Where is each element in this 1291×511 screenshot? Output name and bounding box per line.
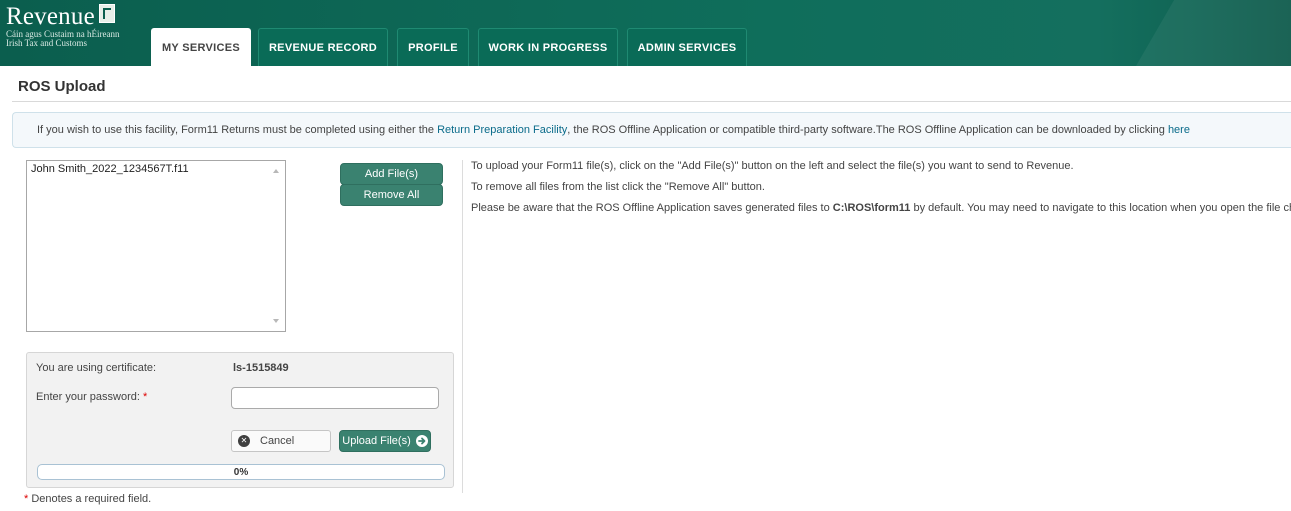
info-banner: If you wish to use this facility, Form11… [12,112,1291,148]
certificate-label: You are using certificate: [36,362,157,374]
info-text-start: If you wish to use this facility, Form11… [37,124,438,136]
tab-work-in-progress[interactable]: WORK IN PROGRESS [478,28,618,66]
instruction-line-3-end: by default. You may need to navigate to … [910,202,1291,214]
required-marker: * [143,391,148,403]
instruction-line-3: Please be aware that the ROS Offline App… [471,202,1291,214]
certificate-panel: You are using certificate: ls-1515849 En… [26,352,454,488]
instruction-line-1: To upload your Form11 file(s), click on … [471,160,1074,172]
tab-revenue-record[interactable]: REVENUE RECORD [258,28,388,66]
progress-percent-label: 0% [233,466,249,478]
certificate-value: ls-1515849 [233,362,289,374]
return-preparation-facility-link[interactable]: Return Preparation Facility [437,124,567,136]
site-header: Revenue Cáin agus Custaim na hÉireann Ir… [0,0,1291,66]
column-divider [462,160,463,493]
password-label: Enter your password: * [36,391,147,403]
logo-subtitle-english: Irish Tax and Customs [6,38,87,48]
default-save-path: C:\ROS\form11 [832,202,911,214]
harp-icon [98,4,115,23]
page-title: ROS Upload [18,78,106,95]
file-list-item[interactable]: John Smith_2022_1234567T.f11 [31,163,189,175]
x-circle-icon: ✕ [238,435,250,447]
required-field-note: * Denotes a required field. [24,493,151,505]
scroll-down-arrow-icon[interactable] [273,319,279,323]
upload-label: Upload File(s) [342,435,411,447]
scroll-up-arrow-icon[interactable] [273,169,279,173]
tab-my-services[interactable]: MY SERVICES [151,28,251,66]
file-list[interactable]: John Smith_2022_1234567T.f11 [26,160,286,332]
instruction-line-3-start: Please be aware that the ROS Offline App… [471,202,833,214]
required-note-text: Denotes a required field. [28,493,152,505]
info-text-middle: , the ROS Offline Application or compati… [567,124,1168,136]
cancel-label: Cancel [260,435,295,447]
revenue-logo[interactable]: Revenue Cáin agus Custaim na hÉireann Ir… [6,4,119,48]
add-files-button[interactable]: Add File(s) [340,163,443,185]
password-label-text: Enter your password: [36,391,140,403]
title-divider [12,101,1291,102]
upload-progress-bar: 0% [37,464,445,480]
tab-admin-services[interactable]: ADMIN SERVICES [627,28,747,66]
upload-files-button[interactable]: Upload File(s) [339,430,431,452]
remove-all-button[interactable]: Remove All [340,184,443,206]
cancel-button[interactable]: ✕ Cancel [231,430,331,452]
logo-wordmark: Revenue [6,3,95,30]
tab-profile[interactable]: PROFILE [397,28,469,66]
instruction-line-2: To remove all files from the list click … [471,181,765,193]
arrow-right-icon [415,435,428,447]
password-input[interactable] [231,387,439,409]
download-here-link[interactable]: here [1168,124,1190,136]
